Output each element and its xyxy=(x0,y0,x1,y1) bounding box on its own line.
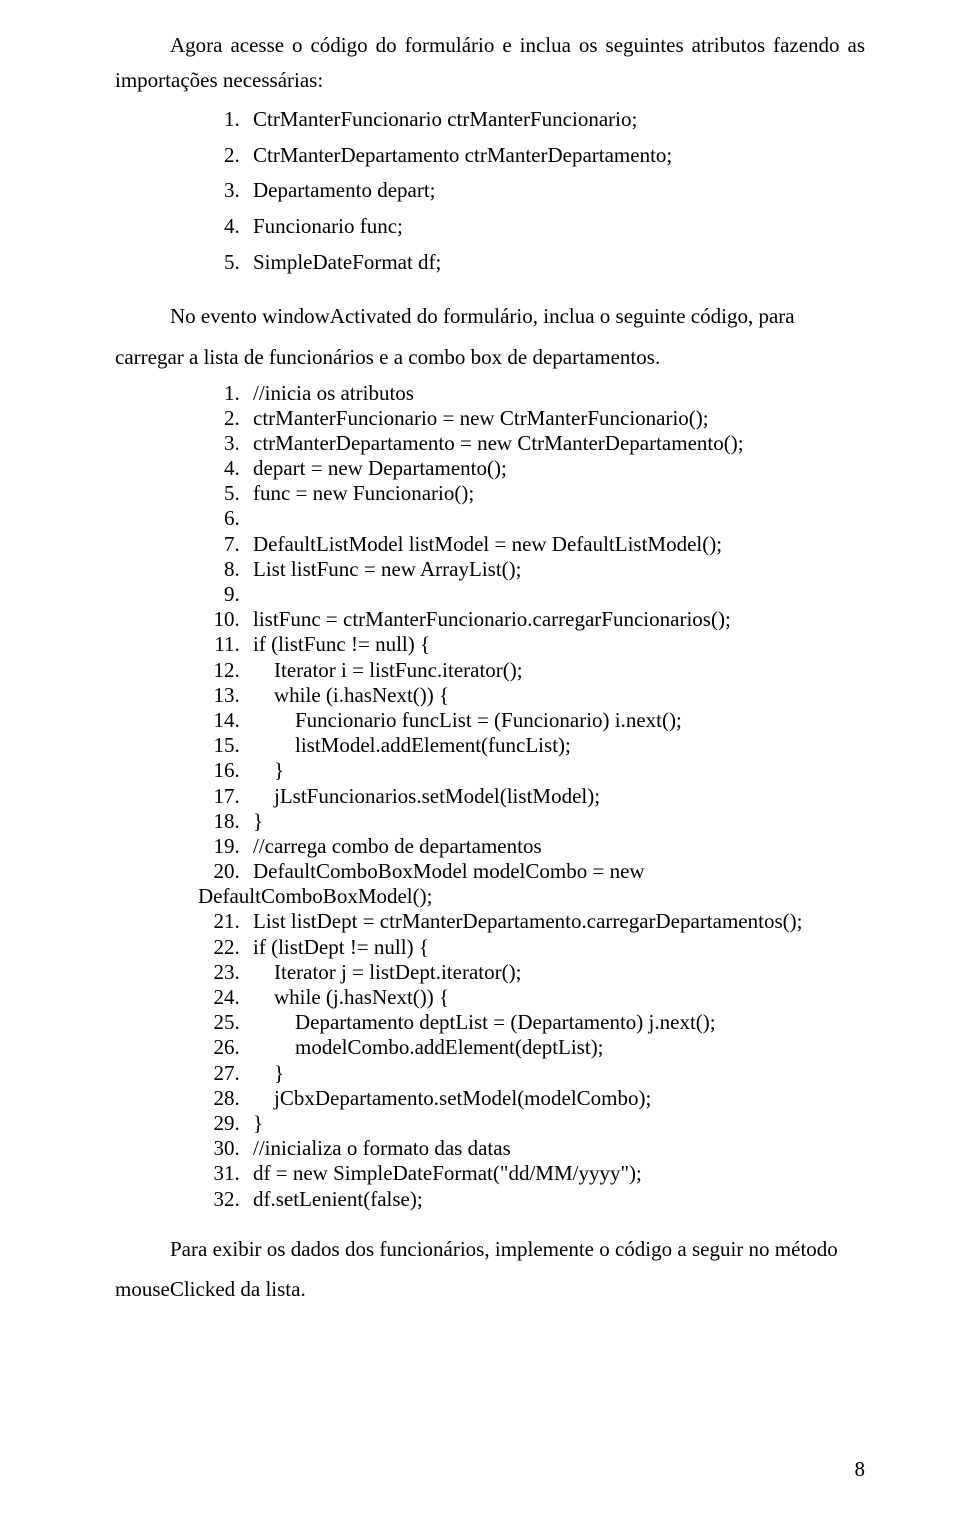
code-line: } xyxy=(253,1061,284,1085)
evento-line2: carregar a lista de funcionários e a com… xyxy=(115,345,660,369)
attr-text: SimpleDateFormat df; xyxy=(253,250,441,274)
intro-line2: necessárias: xyxy=(223,68,323,92)
page-number: 8 xyxy=(855,1457,866,1482)
list-item: DefaultListModel listModel = new Default… xyxy=(245,532,865,557)
code-line: df = new SimpleDateFormat("dd/MM/yyyy"); xyxy=(253,1161,642,1185)
code-line: Departamento deptList = (Departamento) j… xyxy=(253,1010,716,1034)
outro-line2: mouseClicked da lista. xyxy=(115,1277,306,1301)
list-item: func = new Funcionario(); xyxy=(245,481,865,506)
list-item: } xyxy=(245,1061,865,1086)
code-line: while (i.hasNext()) { xyxy=(253,683,449,707)
list-item: jLstFuncionarios.setModel(listModel); xyxy=(245,784,865,809)
list-item: while (i.hasNext()) { xyxy=(245,683,865,708)
list-item: listFunc = ctrManterFuncionario.carregar… xyxy=(245,607,865,632)
code-line: List listFunc = new ArrayList(); xyxy=(253,557,521,581)
code-line: depart = new Departamento(); xyxy=(253,456,507,480)
list-item: if (listDept != null) { xyxy=(245,935,865,960)
code-line: modelCombo.addElement(deptList); xyxy=(253,1035,604,1059)
list-item: if (listFunc != null) { xyxy=(245,632,865,657)
code-line: if (listFunc != null) { xyxy=(253,632,430,656)
attr-text: Departamento depart; xyxy=(253,178,436,202)
list-item: } xyxy=(245,809,865,834)
list-item: Funcionario func; xyxy=(245,210,865,244)
list-item: jCbxDepartamento.setModel(modelCombo); xyxy=(245,1086,865,1111)
list-item: df.setLenient(false); xyxy=(245,1187,865,1212)
outro-line1: Para exibir os dados dos funcionários, i… xyxy=(170,1237,838,1261)
code-line: DefaultListModel listModel = new Default… xyxy=(253,532,722,556)
evento-paragraph-line2: carregar a lista de funcionários e a com… xyxy=(115,340,865,375)
list-item: Departamento depart; xyxy=(245,174,865,208)
outro-paragraph: Para exibir os dados dos funcionários, i… xyxy=(115,1232,865,1267)
intro-paragraph: Agora acesse o código do formulário e in… xyxy=(115,28,865,97)
code-line: listFunc = ctrManterFuncionario.carregar… xyxy=(253,607,731,631)
code-line: List listDept = ctrManterDepartamento.ca… xyxy=(253,909,802,933)
code-line: //carrega combo de departamentos xyxy=(253,834,542,858)
code-line: } xyxy=(253,758,284,782)
code-line: //inicia os atributos xyxy=(253,381,414,405)
list-item: ctrManterFuncionario = new CtrManterFunc… xyxy=(245,406,865,431)
code-line: Iterator i = listFunc.iterator(); xyxy=(253,658,523,682)
list-item: List listDept = ctrManterDepartamento.ca… xyxy=(245,909,865,934)
code-line: Funcionario funcList = (Funcionario) i.n… xyxy=(253,708,682,732)
list-item: List listFunc = new ArrayList(); xyxy=(245,557,865,582)
attr-text: Funcionario func; xyxy=(253,214,403,238)
attributes-list: CtrManterFuncionario ctrManterFuncionari… xyxy=(115,103,865,279)
list-item xyxy=(245,506,865,531)
list-item: while (j.hasNext()) { xyxy=(245,985,865,1010)
list-item: Iterator i = listFunc.iterator(); xyxy=(245,658,865,683)
list-item: } xyxy=(245,758,865,783)
code-line: listModel.addElement(funcList); xyxy=(253,733,571,757)
list-item: Funcionario funcList = (Funcionario) i.n… xyxy=(245,708,865,733)
code-line: ctrManterFuncionario = new CtrManterFunc… xyxy=(253,406,709,430)
list-item: ctrManterDepartamento = new CtrManterDep… xyxy=(245,431,865,456)
code-line: df.setLenient(false); xyxy=(253,1187,423,1211)
evento-paragraph: No evento windowActivated do formulário,… xyxy=(115,299,865,334)
list-item: Departamento deptList = (Departamento) j… xyxy=(245,1010,865,1035)
code-line: //inicializa o formato das datas xyxy=(253,1136,511,1160)
list-item xyxy=(245,582,865,607)
document-page: Agora acesse o código do formulário e in… xyxy=(0,0,960,1517)
code-line: if (listDept != null) { xyxy=(253,935,429,959)
list-item: //carrega combo de departamentos xyxy=(245,834,865,859)
code-line: } xyxy=(253,809,263,833)
list-item: SimpleDateFormat df; xyxy=(245,246,865,280)
list-item: //inicia os atributos xyxy=(245,381,865,406)
outro-paragraph-line2: mouseClicked da lista. xyxy=(115,1272,865,1307)
list-item: DefaultComboBoxModel modelCombo = newDef… xyxy=(245,859,865,909)
code-line: Iterator j = listDept.iterator(); xyxy=(253,960,521,984)
code-list: //inicia os atributosctrManterFuncionari… xyxy=(115,381,865,1212)
list-item: //inicializa o formato das datas xyxy=(245,1136,865,1161)
list-item: CtrManterFuncionario ctrManterFuncionari… xyxy=(245,103,865,137)
code-line: jLstFuncionarios.setModel(listModel); xyxy=(253,784,600,808)
code-line: while (j.hasNext()) { xyxy=(253,985,449,1009)
list-item: modelCombo.addElement(deptList); xyxy=(245,1035,865,1060)
list-item: depart = new Departamento(); xyxy=(245,456,865,481)
list-item: CtrManterDepartamento ctrManterDepartame… xyxy=(245,139,865,173)
list-item: Iterator j = listDept.iterator(); xyxy=(245,960,865,985)
code-line: } xyxy=(253,1111,263,1135)
attr-text: CtrManterFuncionario ctrManterFuncionari… xyxy=(253,107,637,131)
list-item: listModel.addElement(funcList); xyxy=(245,733,865,758)
list-item: } xyxy=(245,1111,865,1136)
attr-text: CtrManterDepartamento ctrManterDepartame… xyxy=(253,143,672,167)
code-line: ctrManterDepartamento = new CtrManterDep… xyxy=(253,431,744,455)
code-line: jCbxDepartamento.setModel(modelCombo); xyxy=(253,1086,651,1110)
list-item: df = new SimpleDateFormat("dd/MM/yyyy"); xyxy=(245,1161,865,1186)
code-line: DefaultComboBoxModel modelCombo = newDef… xyxy=(253,859,865,909)
code-line: func = new Funcionario(); xyxy=(253,481,474,505)
evento-line1: No evento windowActivated do formulário,… xyxy=(170,304,795,328)
